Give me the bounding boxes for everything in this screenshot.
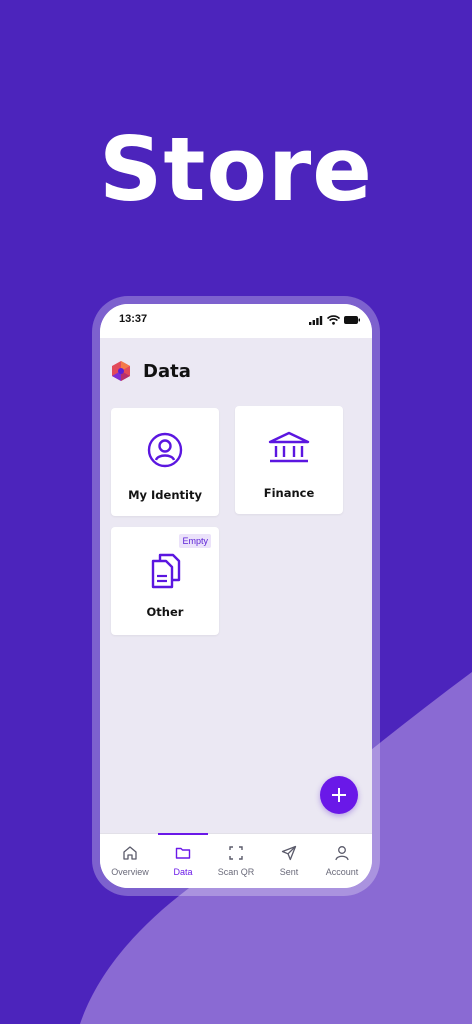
scan-icon bbox=[229, 846, 243, 860]
wifi-icon bbox=[327, 315, 340, 325]
card-finance[interactable]: Finance bbox=[235, 406, 343, 514]
app-logo-icon bbox=[112, 361, 130, 381]
tab-label: Overview bbox=[111, 867, 149, 877]
page-title: Data bbox=[143, 360, 191, 382]
tab-label: Data bbox=[173, 867, 193, 877]
tab-overview[interactable]: Overview bbox=[103, 834, 157, 888]
page-header: Data bbox=[110, 358, 191, 384]
card-label: Finance bbox=[263, 486, 315, 500]
tab-label: Sent bbox=[279, 867, 299, 877]
status-icons bbox=[309, 315, 360, 325]
folder-icon bbox=[175, 847, 191, 859]
send-icon bbox=[281, 845, 297, 861]
card-label: My Identity bbox=[128, 488, 202, 502]
hero-title: Store bbox=[99, 118, 373, 221]
tab-label: Account bbox=[325, 867, 359, 877]
user-circle-icon bbox=[147, 432, 183, 468]
bottom-tab-bar: Overview Data Scan QR Sent Account bbox=[100, 833, 372, 888]
tab-sent[interactable]: Sent bbox=[262, 834, 316, 888]
status-time: 13:37 bbox=[119, 313, 148, 325]
tab-label: Scan QR bbox=[217, 867, 255, 877]
status-badge: Empty bbox=[179, 534, 211, 548]
phone-screen: 13:37 Data My Identity Finance Empty Oth… bbox=[100, 304, 372, 888]
documents-icon bbox=[151, 553, 181, 589]
add-button[interactable] bbox=[320, 776, 358, 814]
status-bar: 13:37 bbox=[100, 304, 372, 338]
home-icon bbox=[123, 846, 137, 860]
card-label: Other bbox=[146, 605, 184, 619]
bank-icon bbox=[268, 431, 310, 463]
tab-data[interactable]: Data bbox=[156, 834, 210, 888]
user-icon bbox=[335, 846, 349, 861]
cellular-signal-icon bbox=[309, 315, 323, 325]
plus-icon bbox=[332, 788, 346, 802]
card-my-identity[interactable]: My Identity bbox=[111, 408, 219, 516]
battery-icon bbox=[344, 316, 360, 324]
card-other[interactable]: Empty Other bbox=[111, 527, 219, 635]
tab-account[interactable]: Account bbox=[315, 834, 369, 888]
tab-scan-qr[interactable]: Scan QR bbox=[209, 834, 263, 888]
